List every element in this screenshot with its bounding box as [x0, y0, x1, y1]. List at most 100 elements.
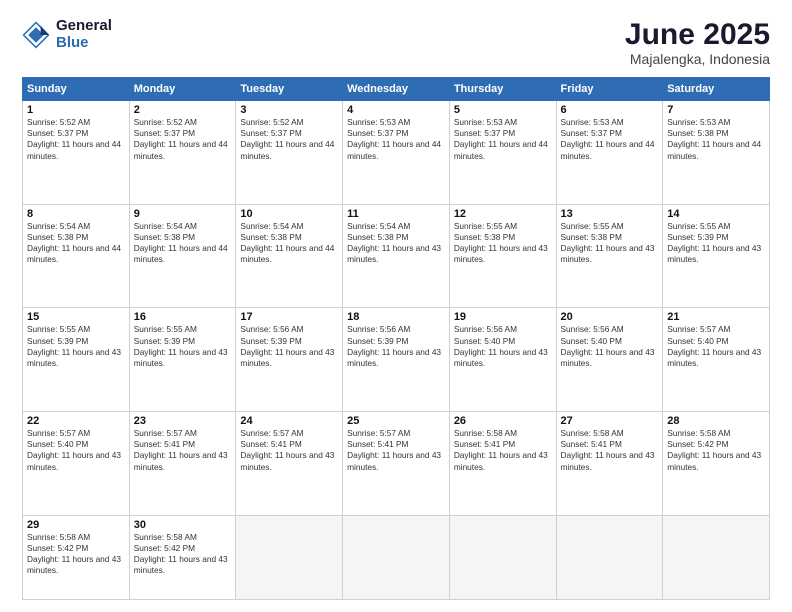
logo-blue: Blue — [56, 35, 112, 52]
table-row — [556, 515, 663, 599]
day-info: Sunrise: 5:57 AMSunset: 5:41 PMDaylight:… — [347, 428, 445, 473]
table-row: 18Sunrise: 5:56 AMSunset: 5:39 PMDayligh… — [343, 308, 450, 412]
day-number: 20 — [561, 311, 659, 323]
table-row: 17Sunrise: 5:56 AMSunset: 5:39 PMDayligh… — [236, 308, 343, 412]
day-info: Sunrise: 5:56 AMSunset: 5:39 PMDaylight:… — [347, 324, 445, 369]
logo: General Blue — [22, 18, 112, 51]
table-row: 28Sunrise: 5:58 AMSunset: 5:42 PMDayligh… — [663, 412, 770, 516]
day-number: 29 — [27, 519, 125, 531]
day-number: 26 — [454, 415, 552, 427]
table-row — [449, 515, 556, 599]
table-row: 10Sunrise: 5:54 AMSunset: 5:38 PMDayligh… — [236, 204, 343, 308]
col-saturday: Saturday — [663, 78, 770, 101]
day-number: 7 — [667, 104, 765, 116]
day-info: Sunrise: 5:55 AMSunset: 5:39 PMDaylight:… — [27, 324, 125, 369]
table-row: 3Sunrise: 5:52 AMSunset: 5:37 PMDaylight… — [236, 101, 343, 205]
col-thursday: Thursday — [449, 78, 556, 101]
week-row: 8Sunrise: 5:54 AMSunset: 5:38 PMDaylight… — [23, 204, 770, 308]
col-tuesday: Tuesday — [236, 78, 343, 101]
day-info: Sunrise: 5:53 AMSunset: 5:37 PMDaylight:… — [347, 117, 445, 162]
day-number: 28 — [667, 415, 765, 427]
table-row: 11Sunrise: 5:54 AMSunset: 5:38 PMDayligh… — [343, 204, 450, 308]
day-info: Sunrise: 5:58 AMSunset: 5:42 PMDaylight:… — [667, 428, 765, 473]
table-row: 8Sunrise: 5:54 AMSunset: 5:38 PMDaylight… — [23, 204, 130, 308]
day-info: Sunrise: 5:52 AMSunset: 5:37 PMDaylight:… — [27, 117, 125, 162]
header-row: Sunday Monday Tuesday Wednesday Thursday… — [23, 78, 770, 101]
day-number: 8 — [27, 208, 125, 220]
week-row: 29Sunrise: 5:58 AMSunset: 5:42 PMDayligh… — [23, 515, 770, 599]
day-number: 15 — [27, 311, 125, 323]
calendar-table: Sunday Monday Tuesday Wednesday Thursday… — [22, 77, 770, 600]
day-info: Sunrise: 5:54 AMSunset: 5:38 PMDaylight:… — [27, 221, 125, 266]
table-row: 2Sunrise: 5:52 AMSunset: 5:37 PMDaylight… — [129, 101, 236, 205]
day-info: Sunrise: 5:57 AMSunset: 5:40 PMDaylight:… — [667, 324, 765, 369]
table-row: 7Sunrise: 5:53 AMSunset: 5:38 PMDaylight… — [663, 101, 770, 205]
logo-general: General — [56, 18, 112, 35]
table-row: 25Sunrise: 5:57 AMSunset: 5:41 PMDayligh… — [343, 412, 450, 516]
day-info: Sunrise: 5:56 AMSunset: 5:40 PMDaylight:… — [454, 324, 552, 369]
day-number: 12 — [454, 208, 552, 220]
logo-text: General Blue — [56, 18, 112, 51]
day-info: Sunrise: 5:54 AMSunset: 5:38 PMDaylight:… — [347, 221, 445, 266]
day-info: Sunrise: 5:54 AMSunset: 5:38 PMDaylight:… — [134, 221, 232, 266]
day-info: Sunrise: 5:55 AMSunset: 5:39 PMDaylight:… — [667, 221, 765, 266]
day-info: Sunrise: 5:58 AMSunset: 5:42 PMDaylight:… — [134, 532, 232, 577]
day-info: Sunrise: 5:54 AMSunset: 5:38 PMDaylight:… — [240, 221, 338, 266]
col-friday: Friday — [556, 78, 663, 101]
day-number: 4 — [347, 104, 445, 116]
table-row: 27Sunrise: 5:58 AMSunset: 5:41 PMDayligh… — [556, 412, 663, 516]
table-row: 16Sunrise: 5:55 AMSunset: 5:39 PMDayligh… — [129, 308, 236, 412]
table-row: 30Sunrise: 5:58 AMSunset: 5:42 PMDayligh… — [129, 515, 236, 599]
table-row: 20Sunrise: 5:56 AMSunset: 5:40 PMDayligh… — [556, 308, 663, 412]
day-info: Sunrise: 5:55 AMSunset: 5:38 PMDaylight:… — [561, 221, 659, 266]
day-number: 23 — [134, 415, 232, 427]
day-info: Sunrise: 5:55 AMSunset: 5:39 PMDaylight:… — [134, 324, 232, 369]
day-info: Sunrise: 5:57 AMSunset: 5:41 PMDaylight:… — [134, 428, 232, 473]
day-number: 9 — [134, 208, 232, 220]
day-number: 2 — [134, 104, 232, 116]
day-info: Sunrise: 5:53 AMSunset: 5:37 PMDaylight:… — [454, 117, 552, 162]
day-info: Sunrise: 5:52 AMSunset: 5:37 PMDaylight:… — [134, 117, 232, 162]
day-info: Sunrise: 5:53 AMSunset: 5:38 PMDaylight:… — [667, 117, 765, 162]
day-number: 13 — [561, 208, 659, 220]
day-number: 19 — [454, 311, 552, 323]
day-info: Sunrise: 5:55 AMSunset: 5:38 PMDaylight:… — [454, 221, 552, 266]
day-number: 21 — [667, 311, 765, 323]
day-number: 1 — [27, 104, 125, 116]
week-row: 22Sunrise: 5:57 AMSunset: 5:40 PMDayligh… — [23, 412, 770, 516]
table-row — [236, 515, 343, 599]
month-title: June 2025 — [625, 18, 770, 51]
table-row: 5Sunrise: 5:53 AMSunset: 5:37 PMDaylight… — [449, 101, 556, 205]
day-info: Sunrise: 5:58 AMSunset: 5:42 PMDaylight:… — [27, 532, 125, 577]
table-row: 12Sunrise: 5:55 AMSunset: 5:38 PMDayligh… — [449, 204, 556, 308]
table-row: 23Sunrise: 5:57 AMSunset: 5:41 PMDayligh… — [129, 412, 236, 516]
day-info: Sunrise: 5:57 AMSunset: 5:40 PMDaylight:… — [27, 428, 125, 473]
day-info: Sunrise: 5:58 AMSunset: 5:41 PMDaylight:… — [561, 428, 659, 473]
header: General Blue June 2025 Majalengka, Indon… — [22, 18, 770, 67]
day-info: Sunrise: 5:52 AMSunset: 5:37 PMDaylight:… — [240, 117, 338, 162]
day-number: 10 — [240, 208, 338, 220]
day-info: Sunrise: 5:58 AMSunset: 5:41 PMDaylight:… — [454, 428, 552, 473]
day-number: 14 — [667, 208, 765, 220]
page: General Blue June 2025 Majalengka, Indon… — [0, 0, 792, 612]
location: Majalengka, Indonesia — [625, 51, 770, 67]
day-number: 3 — [240, 104, 338, 116]
day-info: Sunrise: 5:56 AMSunset: 5:39 PMDaylight:… — [240, 324, 338, 369]
day-info: Sunrise: 5:53 AMSunset: 5:37 PMDaylight:… — [561, 117, 659, 162]
table-row: 19Sunrise: 5:56 AMSunset: 5:40 PMDayligh… — [449, 308, 556, 412]
day-info: Sunrise: 5:56 AMSunset: 5:40 PMDaylight:… — [561, 324, 659, 369]
col-wednesday: Wednesday — [343, 78, 450, 101]
day-number: 22 — [27, 415, 125, 427]
week-row: 1Sunrise: 5:52 AMSunset: 5:37 PMDaylight… — [23, 101, 770, 205]
table-row: 9Sunrise: 5:54 AMSunset: 5:38 PMDaylight… — [129, 204, 236, 308]
day-number: 11 — [347, 208, 445, 220]
day-number: 24 — [240, 415, 338, 427]
table-row: 14Sunrise: 5:55 AMSunset: 5:39 PMDayligh… — [663, 204, 770, 308]
col-sunday: Sunday — [23, 78, 130, 101]
day-number: 18 — [347, 311, 445, 323]
day-number: 17 — [240, 311, 338, 323]
table-row: 6Sunrise: 5:53 AMSunset: 5:37 PMDaylight… — [556, 101, 663, 205]
day-info: Sunrise: 5:57 AMSunset: 5:41 PMDaylight:… — [240, 428, 338, 473]
week-row: 15Sunrise: 5:55 AMSunset: 5:39 PMDayligh… — [23, 308, 770, 412]
day-number: 25 — [347, 415, 445, 427]
